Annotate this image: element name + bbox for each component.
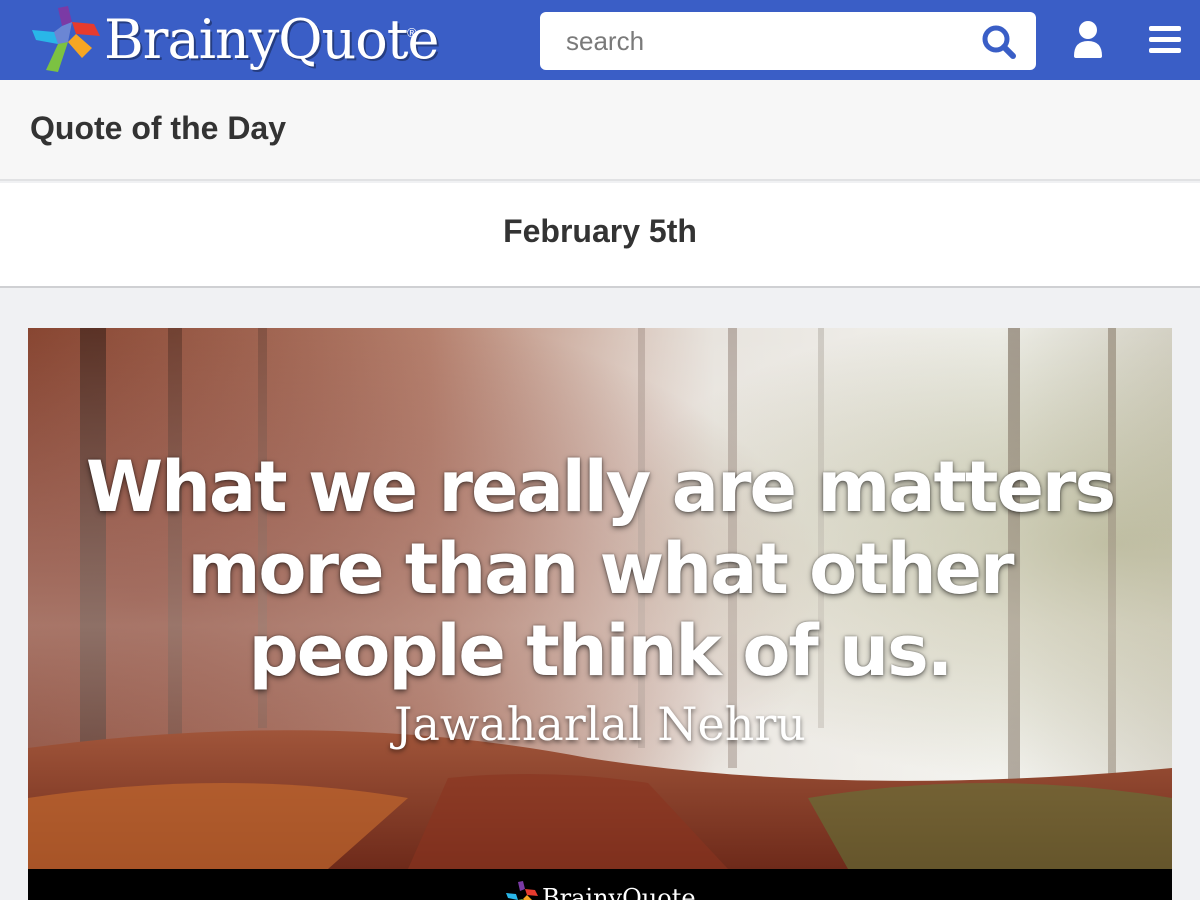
search-input[interactable]	[540, 12, 960, 70]
brainyquote-logo[interactable]: BrainyQuote ®	[28, 4, 439, 76]
date-bar: February 5th	[0, 183, 1200, 288]
search-button[interactable]	[980, 23, 1018, 61]
brainyquote-logo-mark-icon	[32, 6, 100, 72]
hamburger-menu-icon	[1149, 26, 1181, 53]
quote-date: February 5th	[503, 213, 697, 249]
registered-trademark-mark: ®	[407, 25, 417, 40]
search-icon	[982, 25, 1016, 59]
quote-author: Jawaharlal Nehru	[394, 697, 806, 751]
quote-of-the-day-card[interactable]: What we really are matters more than wha…	[28, 328, 1172, 900]
footer-brainyquote-logo: BrainyQuote	[504, 880, 704, 900]
main-menu-button[interactable]	[1148, 24, 1182, 56]
brainyquote-logo-mark-icon	[506, 881, 538, 900]
user-account-button[interactable]	[1070, 20, 1106, 60]
top-navigation-bar: BrainyQuote ®	[0, 0, 1200, 80]
quote-card-footer: BrainyQuote	[28, 869, 1172, 900]
user-icon	[1074, 21, 1102, 58]
footer-logo-wordmark: BrainyQuote	[542, 884, 696, 900]
section-header: Quote of the Day	[0, 80, 1200, 181]
search-box	[540, 12, 1036, 70]
quote-picture[interactable]: What we really are matters more than wha…	[28, 328, 1172, 869]
logo-wordmark: BrainyQuote	[104, 8, 439, 71]
quote-text: What we really are matters more than wha…	[85, 446, 1116, 692]
section-title: Quote of the Day	[30, 110, 287, 146]
